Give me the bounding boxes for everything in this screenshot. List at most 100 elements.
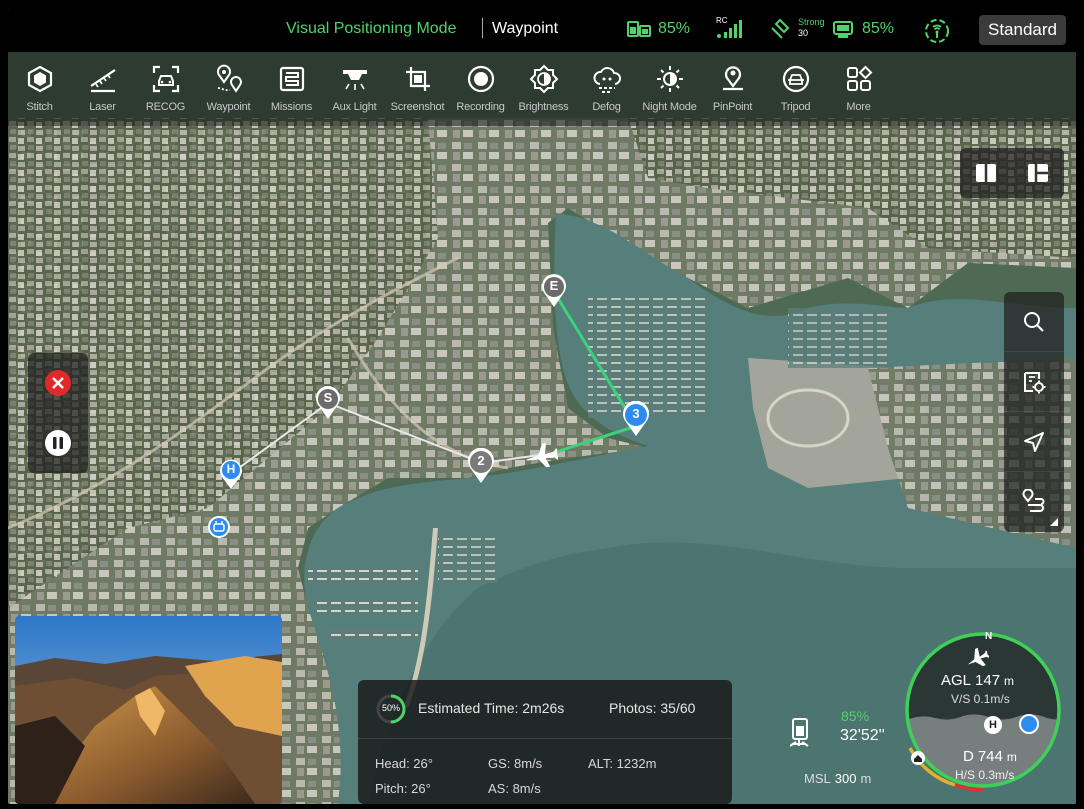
- flight-time-remaining: 32'52'': [840, 727, 885, 744]
- rc-battery-value: 85%: [862, 20, 895, 37]
- attitude-compass[interactable]: N AGL 147 m V/S 0.1m/s H D 744 m H/S 0.3…: [901, 628, 1065, 804]
- route-icon: [1022, 489, 1045, 512]
- distance-label: D: [963, 748, 974, 765]
- tool-brightness[interactable]: Brightness: [512, 52, 575, 126]
- remote-controller-marker: [208, 516, 230, 538]
- horizontal-speed: H/S 0.3m/s: [955, 768, 1015, 782]
- recording-icon: [467, 65, 494, 93]
- divider: [358, 738, 732, 739]
- stop-mission-button[interactable]: [28, 353, 88, 413]
- tripod-icon: [782, 65, 809, 93]
- tool-label: Brightness: [518, 101, 569, 113]
- split-view-button[interactable]: [960, 148, 1012, 198]
- heading-value: Head: 26°: [375, 756, 433, 771]
- transmission-icon: [925, 19, 949, 43]
- missions-icon: [279, 66, 304, 92]
- satellite-count: 30: [798, 28, 809, 38]
- tool-label: Laser: [89, 101, 116, 113]
- waypoint-start-marker[interactable]: S: [314, 386, 342, 420]
- defog-icon: [593, 67, 621, 93]
- standard-mode-button[interactable]: Standard: [979, 15, 1066, 45]
- tool-laser[interactable]: Laser: [71, 52, 134, 126]
- pause-icon: [45, 430, 71, 456]
- more-icon: [846, 65, 872, 91]
- laser-icon: [89, 69, 116, 93]
- tool-label: Waypoint: [206, 101, 251, 113]
- multi-view-icon: [1028, 164, 1048, 182]
- home-indicator-label: H: [989, 719, 997, 731]
- tool-recog[interactable]: RECOG: [134, 52, 197, 126]
- app-root: S E 2 3 H Visual Positioning Mode Waypoi…: [8, 8, 1076, 804]
- tool-more[interactable]: More: [827, 52, 890, 126]
- rc-signal-status[interactable]: RC: [714, 16, 742, 40]
- pitch-value: Pitch: 26°: [375, 781, 431, 796]
- flight-battery-icon: [789, 716, 820, 750]
- tool-recording[interactable]: Recording: [449, 52, 512, 126]
- air-speed-value: AS: 8m/s: [488, 781, 541, 796]
- drone-battery-status[interactable]: 85%: [626, 18, 690, 40]
- tool-label: Defog: [592, 101, 621, 113]
- mission-progress-ring: 50%: [375, 693, 407, 725]
- multi-view-button[interactable]: [1012, 148, 1064, 198]
- waypoint-2-marker[interactable]: 2: [466, 447, 496, 484]
- drone-battery-value: 85%: [658, 20, 691, 37]
- tool-tripod[interactable]: Tripod: [764, 52, 827, 126]
- tool-screenshot[interactable]: Screenshot: [386, 52, 449, 126]
- tool-missions[interactable]: Missions: [260, 52, 323, 126]
- aux-light-icon: [342, 70, 367, 90]
- home-point-marker[interactable]: H: [218, 458, 244, 490]
- waypoint-3-marker[interactable]: 3: [621, 400, 651, 437]
- flight-mode-label[interactable]: Visual Positioning Mode: [286, 20, 456, 38]
- tool-defog[interactable]: Defog: [575, 52, 638, 126]
- route-button[interactable]: [1004, 472, 1064, 532]
- tool-label: RECOG: [145, 101, 186, 113]
- split-view-icon: [976, 164, 996, 182]
- map-settings-button[interactable]: [1004, 352, 1064, 412]
- stop-icon: [45, 370, 71, 396]
- photos-count: Photos: 35/60: [609, 700, 696, 716]
- map-search-button[interactable]: [1004, 292, 1064, 352]
- distance-value: 744: [977, 748, 1003, 765]
- agl-value: 147: [975, 672, 1001, 689]
- tool-label: Night Mode: [642, 101, 697, 113]
- agl-readout: AGL 147 m: [941, 672, 1041, 689]
- mission-type-label[interactable]: Waypoint: [492, 20, 558, 38]
- estimated-time: Estimated Time: 2m26s: [418, 700, 565, 716]
- vertical-speed: V/S 0.1m/s: [951, 692, 1010, 706]
- rc-battery-icon: [833, 21, 853, 38]
- rc-position-indicator: [1019, 714, 1039, 734]
- north-indicator: N: [985, 631, 993, 642]
- marker-label: E: [549, 278, 559, 293]
- tool-stitch[interactable]: Stitch: [8, 52, 71, 126]
- marker-label: S: [323, 390, 333, 405]
- waypoint-end-marker[interactable]: E: [540, 274, 568, 308]
- tool-aux-light[interactable]: Aux Light: [323, 52, 386, 126]
- pause-mission-button[interactable]: [28, 413, 88, 473]
- aircraft-icon: [524, 440, 559, 470]
- marker-label: 2: [477, 453, 485, 468]
- tool-waypoint[interactable]: Waypoint: [197, 52, 260, 126]
- camera-feed-thumbnail[interactable]: [15, 616, 282, 804]
- tool-label: More: [846, 101, 871, 113]
- tool-night-mode[interactable]: Night Mode: [638, 52, 701, 126]
- transmission-status[interactable]: [924, 18, 950, 44]
- locate-aircraft-button[interactable]: [1004, 412, 1064, 472]
- home-indicator: H: [984, 716, 1002, 734]
- altitude-value: ALT: 1232m: [588, 756, 657, 771]
- flight-battery-value: 85%: [841, 708, 870, 724]
- corner-indicator-icon: [1050, 518, 1058, 526]
- rc-signal-icon: RC: [714, 16, 742, 40]
- tool-label: Stitch: [26, 101, 53, 113]
- agl-unit: m: [1004, 674, 1015, 688]
- agl-label: AGL: [941, 672, 972, 689]
- tool-label: PinPoint: [712, 101, 753, 113]
- gps-signal-status[interactable]: Strong 30 85%: [770, 17, 895, 40]
- progress-value: 50%: [381, 703, 400, 713]
- navigation-arrow-icon: [1024, 431, 1044, 452]
- tool-pinpoint[interactable]: PinPoint: [701, 52, 764, 126]
- gps-strength: Strong 30: [798, 17, 826, 40]
- home-direction-icon: [911, 751, 925, 765]
- waypoint-icon: [216, 64, 242, 93]
- drone-battery-icon: [627, 21, 651, 37]
- tool-label: Screenshot: [390, 101, 445, 113]
